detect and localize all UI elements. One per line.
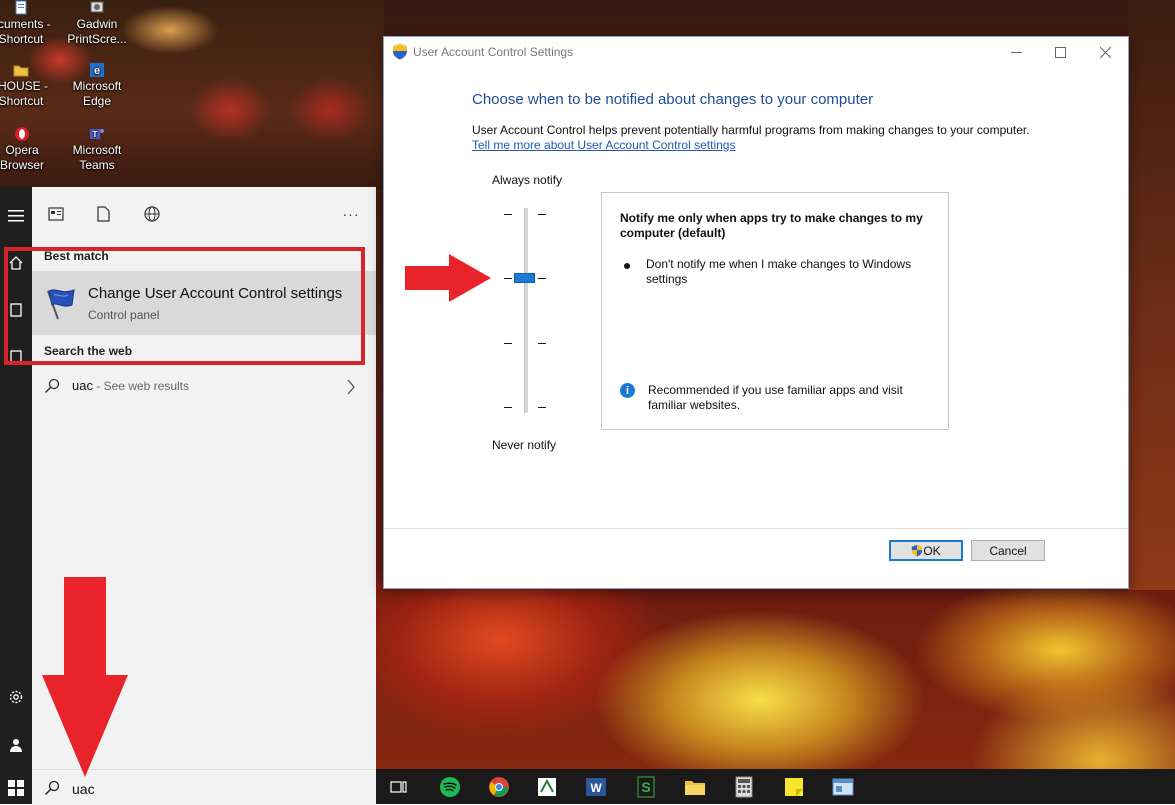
edge-icon: e — [90, 63, 104, 77]
slider-tick — [504, 214, 512, 215]
desktop-icon-label: Gadwin — [76, 17, 118, 31]
slider-tick — [538, 407, 546, 408]
sticky-notes-icon[interactable] — [782, 775, 806, 799]
svg-text:e: e — [94, 65, 100, 77]
desktop-icon-label: -HOUSE - — [0, 79, 48, 93]
annotation-arrow-right — [405, 254, 491, 302]
web-filter-icon[interactable] — [141, 203, 163, 225]
file-explorer-icon[interactable] — [683, 775, 707, 799]
app-icon[interactable] — [535, 775, 559, 799]
windows-start-icon[interactable] — [0, 773, 32, 803]
desktop-icon-teams[interactable]: T Microsoft Teams — [62, 126, 132, 173]
web-result-text: uac - See web results — [72, 378, 189, 393]
opera-icon — [15, 127, 29, 141]
desktop-icon-label: PrintScre... — [67, 32, 127, 46]
printscreen-app-icon — [90, 1, 104, 13]
recommendation-text: Recommended if you use familiar apps and… — [648, 383, 903, 412]
slider-bottom-label: Never notify — [492, 438, 557, 452]
page-heading: Choose when to be notified about changes… — [472, 91, 874, 108]
slider-tick — [538, 214, 546, 215]
svg-text:W: W — [590, 781, 602, 795]
annotation-arrow-down — [42, 577, 128, 777]
close-icon — [1099, 46, 1111, 58]
teams-icon: T — [90, 129, 104, 139]
info-icon: i — [620, 383, 635, 398]
desktop-icon-label: Browser — [0, 158, 44, 172]
bullet-dot — [624, 263, 630, 269]
hamburger-menu-icon[interactable] — [0, 201, 32, 231]
svg-text:T: T — [93, 130, 98, 139]
slider-tick — [538, 343, 546, 344]
task-view-icon[interactable] — [387, 775, 411, 799]
wallpaper-cafe-scene — [0, 0, 384, 190]
uac-shield-icon — [912, 544, 923, 557]
desktop-icon-gadwin[interactable]: Gadwin PrintScre... — [62, 0, 132, 47]
desktop-icon-opera[interactable]: Opera Browser — [0, 126, 57, 173]
desktop-icon-label: Opera — [5, 143, 39, 157]
learn-more-link[interactable]: Tell me more about User Account Control … — [472, 138, 735, 152]
search-icon — [44, 780, 60, 796]
search-icon — [44, 378, 60, 394]
slider-tick — [504, 343, 512, 344]
slider-tick — [504, 407, 512, 408]
slider-top-label: Always notify — [492, 173, 563, 187]
desktop-icon-edge[interactable]: e Microsoft Edge — [62, 62, 132, 109]
app-s-icon[interactable]: S — [634, 775, 658, 799]
desktop-icon-house[interactable]: -HOUSE - Shortcut — [0, 62, 56, 109]
document-shortcut-icon — [15, 0, 27, 15]
desktop-icon-label: Shortcut — [0, 32, 44, 46]
app-window-icon[interactable] — [831, 775, 855, 799]
uac-shield-icon — [393, 44, 407, 60]
settings-gear-icon[interactable] — [0, 682, 32, 712]
setting-title: Notify me only when apps try to make cha… — [620, 211, 923, 240]
chrome-icon[interactable] — [487, 775, 511, 799]
slider-tick — [538, 278, 546, 279]
desktop-icon-label: Teams — [79, 158, 115, 172]
notification-slider-thumb[interactable] — [514, 273, 535, 283]
chevron-right-icon — [347, 379, 355, 395]
desktop-icon-label: Shortcut — [0, 94, 44, 108]
wallpaper-strip — [1128, 0, 1175, 590]
desktop-icon-label: Microsoft — [72, 143, 122, 157]
close-button[interactable] — [1083, 39, 1127, 65]
cancel-button[interactable]: Cancel — [971, 540, 1045, 561]
setting-bullet-text: Don't notify me when I make changes to W… — [646, 257, 912, 286]
maximize-icon — [1054, 46, 1066, 58]
annotation-highlight-box — [4, 247, 365, 365]
word-icon[interactable]: W — [584, 775, 608, 799]
ok-button[interactable]: OK — [889, 540, 963, 561]
desktop-icon-label: Microsoft — [72, 79, 122, 93]
search-input[interactable]: uac — [72, 781, 95, 797]
uac-settings-window: User Account Control Settings Choose whe… — [384, 37, 1128, 588]
window-titlebar[interactable]: User Account Control Settings — [384, 37, 1128, 67]
maximize-button[interactable] — [1038, 39, 1082, 65]
calculator-icon[interactable] — [732, 775, 756, 799]
spotify-icon[interactable] — [438, 775, 462, 799]
web-result-row[interactable]: uac - See web results — [32, 370, 376, 402]
documents-filter-icon[interactable] — [92, 203, 114, 225]
setting-description-box: Notify me only when apps try to make cha… — [601, 192, 949, 430]
footer-divider — [384, 528, 1128, 529]
svg-text:S: S — [641, 779, 650, 795]
web-result-suffix: - See web results — [92, 379, 190, 393]
window-title: User Account Control Settings — [413, 45, 574, 59]
minimize-button[interactable] — [994, 39, 1038, 65]
slider-tick — [504, 278, 512, 279]
ok-button-label: OK — [923, 543, 941, 558]
folder-shortcut-icon — [13, 65, 29, 77]
user-account-icon[interactable] — [0, 730, 32, 760]
search-filter-toolbar: ··· — [32, 187, 376, 241]
desktop-icon-label: Edge — [82, 94, 112, 108]
description-text: User Account Control helps prevent poten… — [472, 123, 1030, 137]
more-options-button[interactable]: ··· — [340, 203, 362, 225]
notification-slider-track[interactable] — [524, 208, 528, 413]
desktop-icon-label: ocuments - — [0, 17, 51, 31]
desktop-icon-documents[interactable]: ocuments - Shortcut — [0, 0, 56, 47]
taskbar: W S — [376, 769, 1175, 804]
web-result-query: uac — [72, 378, 93, 393]
minimize-icon — [1010, 51, 1022, 53]
apps-filter-icon[interactable] — [45, 203, 67, 225]
